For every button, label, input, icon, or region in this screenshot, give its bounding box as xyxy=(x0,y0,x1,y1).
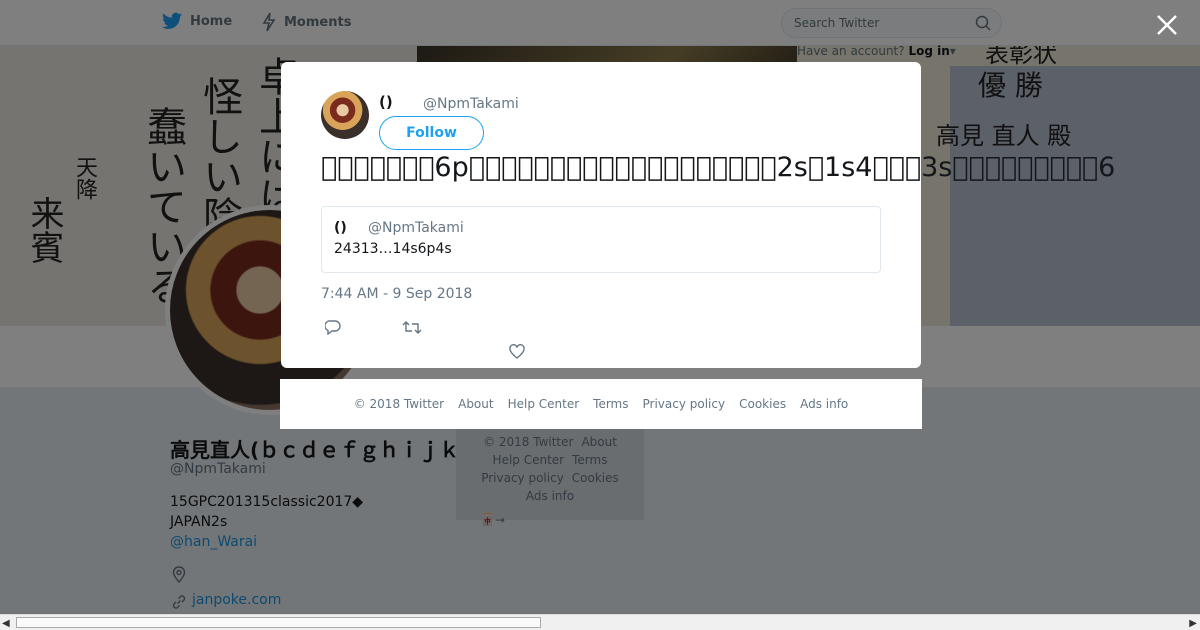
footer-copyright: © 2018 Twitter xyxy=(353,397,445,411)
tweet-timestamp[interactable]: 7:44 AM - 9 Sep 2018 xyxy=(321,286,472,302)
modal-footer: © 2018 Twitter About Help Center Terms P… xyxy=(280,379,922,429)
horizontal-scrollbar[interactable]: ◀ ▶ xyxy=(0,614,1200,630)
quoted-author-name: () xyxy=(334,220,347,236)
scroll-right-icon[interactable]: ▶ xyxy=(1189,618,1197,629)
tweet-author-avatar[interactable] xyxy=(321,91,369,139)
quoted-author-handle: @NpmTakami xyxy=(368,220,464,236)
tweet-author-name[interactable]: () xyxy=(379,93,393,111)
scrollbar-thumb[interactable] xyxy=(16,617,541,628)
quoted-tweet-text: 24313…14s6p4s xyxy=(334,241,452,257)
scroll-left-icon[interactable]: ◀ xyxy=(2,618,10,629)
footer-help-link[interactable]: Help Center xyxy=(508,397,580,411)
close-icon[interactable] xyxy=(1154,12,1180,38)
footer-terms-link[interactable]: Terms xyxy=(593,397,628,411)
quoted-tweet[interactable]: () @NpmTakami 24313…14s6p4s xyxy=(321,206,881,273)
tweet-author-handle[interactable]: @NpmTakami xyxy=(423,96,519,112)
footer-privacy-link[interactable]: Privacy policy xyxy=(643,397,726,411)
footer-about-link[interactable]: About xyxy=(458,397,493,411)
heart-icon[interactable] xyxy=(509,344,525,359)
footer-cookies-link[interactable]: Cookies xyxy=(739,397,786,411)
footer-ads-link[interactable]: Ads info xyxy=(800,397,848,411)
retweet-icon[interactable] xyxy=(402,320,422,335)
follow-button[interactable]: Follow xyxy=(379,116,484,150)
reply-icon[interactable] xyxy=(325,320,341,335)
tweet-modal: () @NpmTakami Follow 􀀀􀀀􀀀􀀀􀀀􀀀􀀀6p􀀀􀀀􀀀􀀀􀀀􀀀􀀀􀀀􀀀􀀀… xyxy=(281,62,1115,368)
tweet-text: 􀀀􀀀􀀀􀀀􀀀􀀀􀀀6p􀀀􀀀􀀀􀀀􀀀􀀀􀀀􀀀􀀀􀀀􀀀􀀀􀀀􀀀􀀀􀀀􀀀􀀀􀀀2s􀀀1s4􀀀􀀀􀀀3s􀀀… xyxy=(321,152,1116,183)
